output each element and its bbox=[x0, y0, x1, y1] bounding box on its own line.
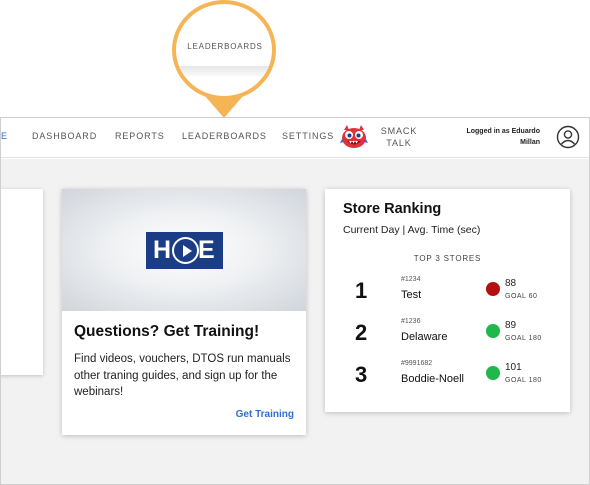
ranking-title: Store Ranking bbox=[343, 201, 442, 217]
store-row: 2 #1236 Delaware 89 GOAL 180 bbox=[325, 315, 570, 357]
smack-talk-monster-icon[interactable] bbox=[340, 124, 368, 150]
status-dot bbox=[486, 366, 500, 380]
play-icon[interactable] bbox=[172, 237, 199, 264]
nav-item-reports[interactable]: REPORTS bbox=[115, 131, 165, 141]
status-dot bbox=[486, 282, 500, 296]
training-card: H E Questions? Get Training! Find videos… bbox=[62, 189, 306, 435]
ranking-subtitle: Current Day | Avg. Time (sec) bbox=[343, 224, 481, 236]
store-id: #1236 bbox=[401, 318, 421, 325]
hoe-logo-h: H bbox=[153, 236, 172, 264]
store-row: 1 #1234 Test 88 GOAL 60 bbox=[325, 273, 570, 315]
app-window: E DASHBOARD REPORTS LEADERBOARDS SETTING… bbox=[0, 117, 590, 485]
store-rank: 1 bbox=[355, 278, 368, 303]
store-name: Boddie-Noell bbox=[401, 373, 464, 385]
logged-in-line1: Logged in as Eduardo bbox=[466, 128, 540, 135]
training-title: Questions? Get Training! bbox=[74, 323, 260, 340]
store-row: 3 #9991682 Boddie-Noell 101 GOAL 180 bbox=[325, 357, 570, 399]
callout-pointer bbox=[205, 96, 243, 118]
dashboard-content: H E Questions? Get Training! Find videos… bbox=[1, 159, 589, 484]
store-id: #9991682 bbox=[401, 360, 433, 367]
callout-label: LEADERBOARDS bbox=[187, 42, 263, 51]
logged-in-line2: Millan bbox=[520, 139, 540, 146]
store-name: Test bbox=[401, 289, 422, 301]
nav-item-dashboard[interactable]: DASHBOARD bbox=[32, 131, 97, 141]
store-goal: GOAL 180 bbox=[505, 335, 542, 342]
store-rank: 2 bbox=[355, 320, 368, 345]
training-description: Find videos, vouchers, DTOS run manuals … bbox=[74, 353, 291, 398]
status-dot bbox=[486, 324, 500, 338]
smack-talk-link[interactable]: SMACK TALK bbox=[379, 125, 419, 149]
store-value: 101 bbox=[505, 362, 522, 373]
store-id: #1234 bbox=[401, 276, 421, 283]
get-training-link[interactable]: Get Training bbox=[236, 409, 294, 420]
store-goal: GOAL 60 bbox=[505, 293, 538, 300]
store-rank: 3 bbox=[355, 362, 368, 387]
leaderboards-callout: LEADERBOARDS bbox=[168, 0, 278, 130]
store-name: Delaware bbox=[401, 331, 448, 343]
ranking-section-label: TOP 3 STORES bbox=[413, 254, 482, 263]
nav-item-settings[interactable]: SETTINGS bbox=[282, 131, 334, 141]
nav-item-home-partial[interactable]: E bbox=[1, 131, 8, 141]
hoe-logo-e: E bbox=[198, 236, 215, 264]
store-value: 89 bbox=[505, 320, 517, 331]
hoe-logo: H E bbox=[146, 232, 223, 269]
top-navbar: E DASHBOARD REPORTS LEADERBOARDS SETTING… bbox=[1, 118, 589, 158]
store-value: 88 bbox=[505, 278, 517, 289]
store-goal: GOAL 180 bbox=[505, 377, 542, 384]
smack-label: SMACK bbox=[380, 126, 418, 136]
nav-item-leaderboards[interactable]: LEADERBOARDS bbox=[182, 131, 267, 141]
talk-label: TALK bbox=[386, 138, 412, 148]
training-video-thumbnail[interactable]: H E bbox=[62, 189, 306, 311]
user-profile-icon[interactable] bbox=[556, 125, 580, 149]
logged-in-user: Logged in as Eduardo Millan bbox=[452, 126, 540, 148]
left-card-partial bbox=[1, 189, 43, 375]
callout-shade bbox=[176, 66, 272, 76]
callout-magnifier: LEADERBOARDS bbox=[172, 0, 276, 100]
store-ranking-card: Store Ranking Current Day | Avg. Time (s… bbox=[325, 189, 570, 412]
